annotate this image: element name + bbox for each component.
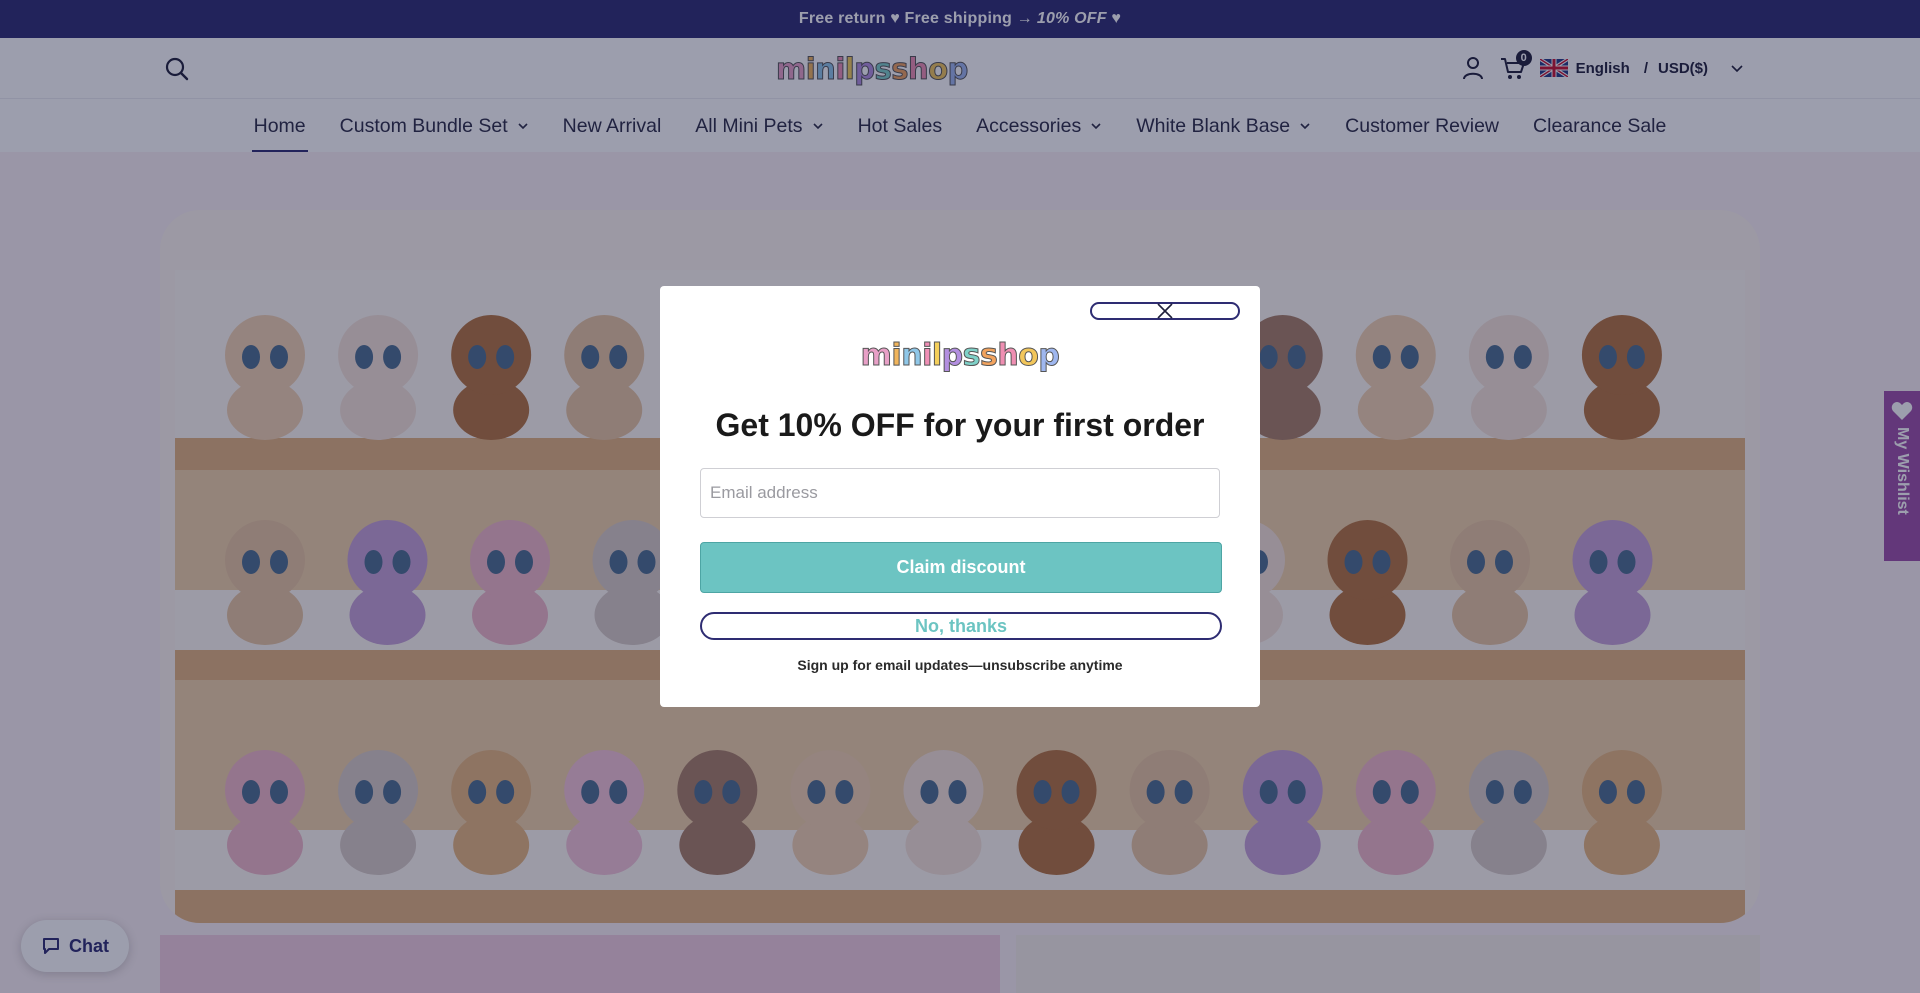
close-icon <box>1157 303 1173 319</box>
close-popup-button[interactable] <box>1090 302 1240 320</box>
discount-popup: minilpsshop Get 10% OFF for your first o… <box>660 286 1260 707</box>
logo-letter: h <box>997 338 1019 374</box>
logo-letter: m <box>860 338 892 374</box>
logo-letter: p <box>1038 338 1060 374</box>
logo-letter: o <box>1018 338 1040 374</box>
logo-letter: n <box>901 338 923 374</box>
logo-letter: i <box>922 338 933 374</box>
logo-letter: l <box>931 338 942 374</box>
email-input[interactable] <box>700 468 1220 518</box>
no-thanks-button[interactable]: No, thanks <box>700 612 1222 640</box>
popup-logo: minilpsshop <box>660 338 1260 374</box>
popup-title: Get 10% OFF for your first order <box>715 407 1205 443</box>
logo-letter: p <box>941 338 963 374</box>
claim-discount-button[interactable]: Claim discount <box>700 542 1222 593</box>
popup-fine-print: Sign up for email updates—unsubscribe an… <box>797 657 1123 673</box>
logo-letter: s <box>962 338 981 374</box>
logo-letter: s <box>980 338 999 374</box>
logo-letter: i <box>891 338 902 374</box>
